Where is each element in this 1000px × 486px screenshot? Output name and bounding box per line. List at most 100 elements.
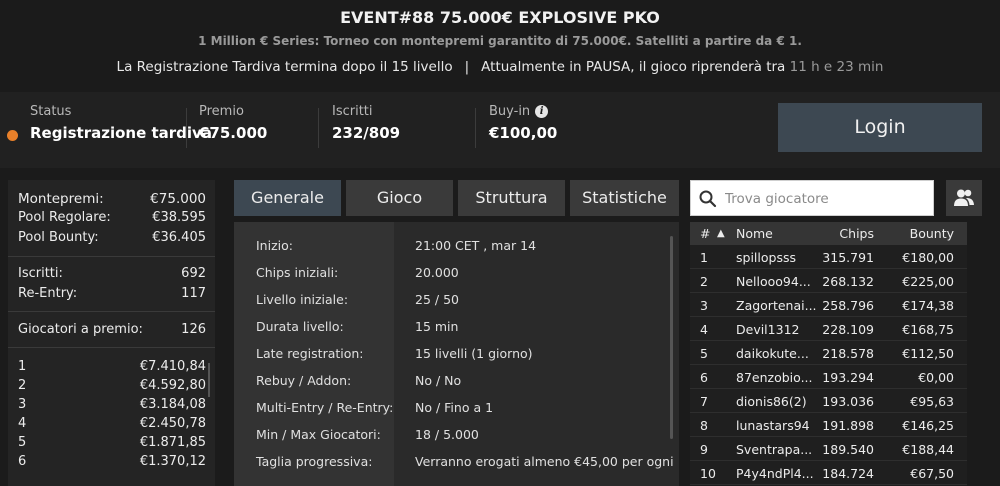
paid-players-row: Giocatori a premio: 126 [18,322,206,337]
divider [8,347,215,348]
multi-entry-label: Multi-Entry / Re-Entry: [256,400,394,415]
late-registration-value: 15 livelli (1 giorno) [415,346,533,361]
tab-gioco[interactable]: Gioco [346,180,453,216]
player-bounty: €95,63 [910,394,954,409]
player-chips: 228.109 [822,322,874,337]
player-name: spillopsss [736,250,796,265]
tab-generale[interactable]: Generale [234,180,341,216]
player-bounty: €168,75 [902,322,954,337]
payout-position: 1 [18,359,27,374]
player-name: Sventrapa... [736,442,813,457]
prize-pool-panel: Montepremi: €75.000 Pool Regolare: €38.5… [8,180,215,486]
table-row[interactable]: 6 87enzobio... 193.294 €0,00 [690,366,967,389]
general-scrollbar[interactable] [670,236,673,439]
player-rank: 4 [700,322,708,337]
divider [8,256,215,257]
starting-level-value: 25 / 50 [415,292,459,307]
prize-pool-row: Montepremi: €75.000 [18,191,206,207]
buyin-label: Buy-in i [489,104,557,119]
tab-struttura[interactable]: Struttura [458,180,565,216]
chips-header[interactable]: Chips [839,226,874,241]
player-chips: 189.540 [822,442,874,457]
table-row[interactable]: 1 spillopsss 315.791 €180,00 [690,246,967,269]
divider [186,108,187,148]
entrants-row: Iscritti: 692 [18,266,206,281]
min-max-players-label: Min / Max Giocatori: [256,427,381,442]
prize-value: €75.000 [199,124,268,142]
player-rank: 2 [700,274,708,289]
status-value: Registrazione tardiva [30,124,212,142]
table-row[interactable]: 9 Sventrapa... 189.540 €188,44 [690,438,967,461]
payout-row: 1 €7.410,84 [18,359,206,374]
table-row[interactable]: 8 lunastars94 191.898 €146,25 [690,414,967,437]
bounty-pool-label: Pool Bounty: [18,230,99,245]
reentry-label: Re-Entry: [18,286,78,301]
payouts-scrollbar[interactable] [208,363,210,397]
regular-pool-value: €38.595 [152,210,206,225]
regular-pool-row: Pool Regolare: €38.595 [18,210,206,225]
starting-level-label: Livello iniziale: [256,292,349,307]
entrants-value: 692 [181,266,206,281]
general-info-panel: Inizio: 21:00 CET , mar 14 Chips inizial… [234,222,679,486]
player-bounty: €180,00 [902,250,954,265]
paid-players-label: Giocatori a premio: [18,322,143,337]
table-row[interactable]: 4 Devil1312 228.109 €168,75 [690,318,967,341]
separator: | [464,59,470,75]
buyin-block: Buy-in i €100,00 [489,104,557,142]
player-rank: 1 [700,250,708,265]
status-dot-icon [7,130,18,141]
player-rank: 6 [700,370,708,385]
divider [475,108,476,148]
player-search-input[interactable] [725,189,925,209]
payout-row: 3 €3.184,08 [18,397,206,412]
payout-position: 3 [18,397,27,412]
player-chips: 184.724 [822,466,874,481]
player-name: lunastars94 [736,418,810,433]
level-duration-label: Durata livello: [256,319,344,334]
player-bounty: €0,00 [918,370,954,385]
entrants-label: Iscritti: [18,266,63,281]
table-row[interactable]: 5 daikokute... 218.578 €112,50 [690,342,967,365]
buyin-label-text: Buy-in [489,104,531,119]
table-row[interactable]: 3 Zagortenai... 258.796 €174,38 [690,294,967,317]
rebuy-addon-value: No / No [415,373,462,388]
payout-row: 2 €4.592,80 [18,378,206,393]
reentry-value: 117 [181,286,206,301]
player-bounty: €112,50 [902,346,954,361]
payout-amount: €2.450,78 [139,416,206,431]
table-row[interactable]: 2 Nellooo94... 268.132 €225,00 [690,270,967,293]
progressive-bounty-value: Verranno erogati almeno €45,00 per ogni [415,454,674,469]
info-icon[interactable]: i [535,105,549,118]
search-icon [699,190,717,208]
start-value: 21:00 CET , mar 14 [415,238,537,253]
starting-chips-label: Chips iniziali: [256,265,339,280]
player-search-box [690,180,934,216]
prize-label: Premio [199,104,244,119]
payout-amount: €1.871,85 [139,435,206,450]
multi-entry-value: No / Fino a 1 [415,400,494,415]
payout-row: 5 €1.871,85 [18,435,206,450]
table-row[interactable]: 7 dionis86(2) 193.036 €95,63 [690,390,967,413]
players-button[interactable] [946,180,982,216]
player-rank: 7 [700,394,708,409]
login-button[interactable]: Login [778,103,982,152]
rank-header[interactable]: # [700,226,710,241]
level-duration-value: 15 min [415,319,459,334]
player-chips: 258.796 [822,298,874,313]
sort-arrow-icon[interactable]: ▲ [717,228,725,239]
payout-row: 4 €2.450,78 [18,416,206,431]
time-left: 11 h e 23 min [789,59,884,75]
table-row[interactable]: 10 P4y4ndPl4... 184.724 €67,50 [690,462,967,485]
bounty-pool-value: €36.405 [152,230,206,245]
min-max-players-value: 18 / 5.000 [415,427,479,442]
tab-statistiche[interactable]: Statistiche [570,180,679,216]
player-name: Zagortenai... [736,298,817,313]
prize-pool-value: €75.000 [150,191,206,207]
bounty-header[interactable]: Bounty [910,226,954,241]
player-name: dionis86(2) [736,394,807,409]
payout-amount: €7.410,84 [139,359,206,374]
late-registration-text: La Registrazione Tardiva termina dopo il… [116,59,453,75]
player-name: Devil1312 [736,322,800,337]
player-bounty: €67,50 [910,466,954,481]
name-header[interactable]: Nome [736,226,773,241]
